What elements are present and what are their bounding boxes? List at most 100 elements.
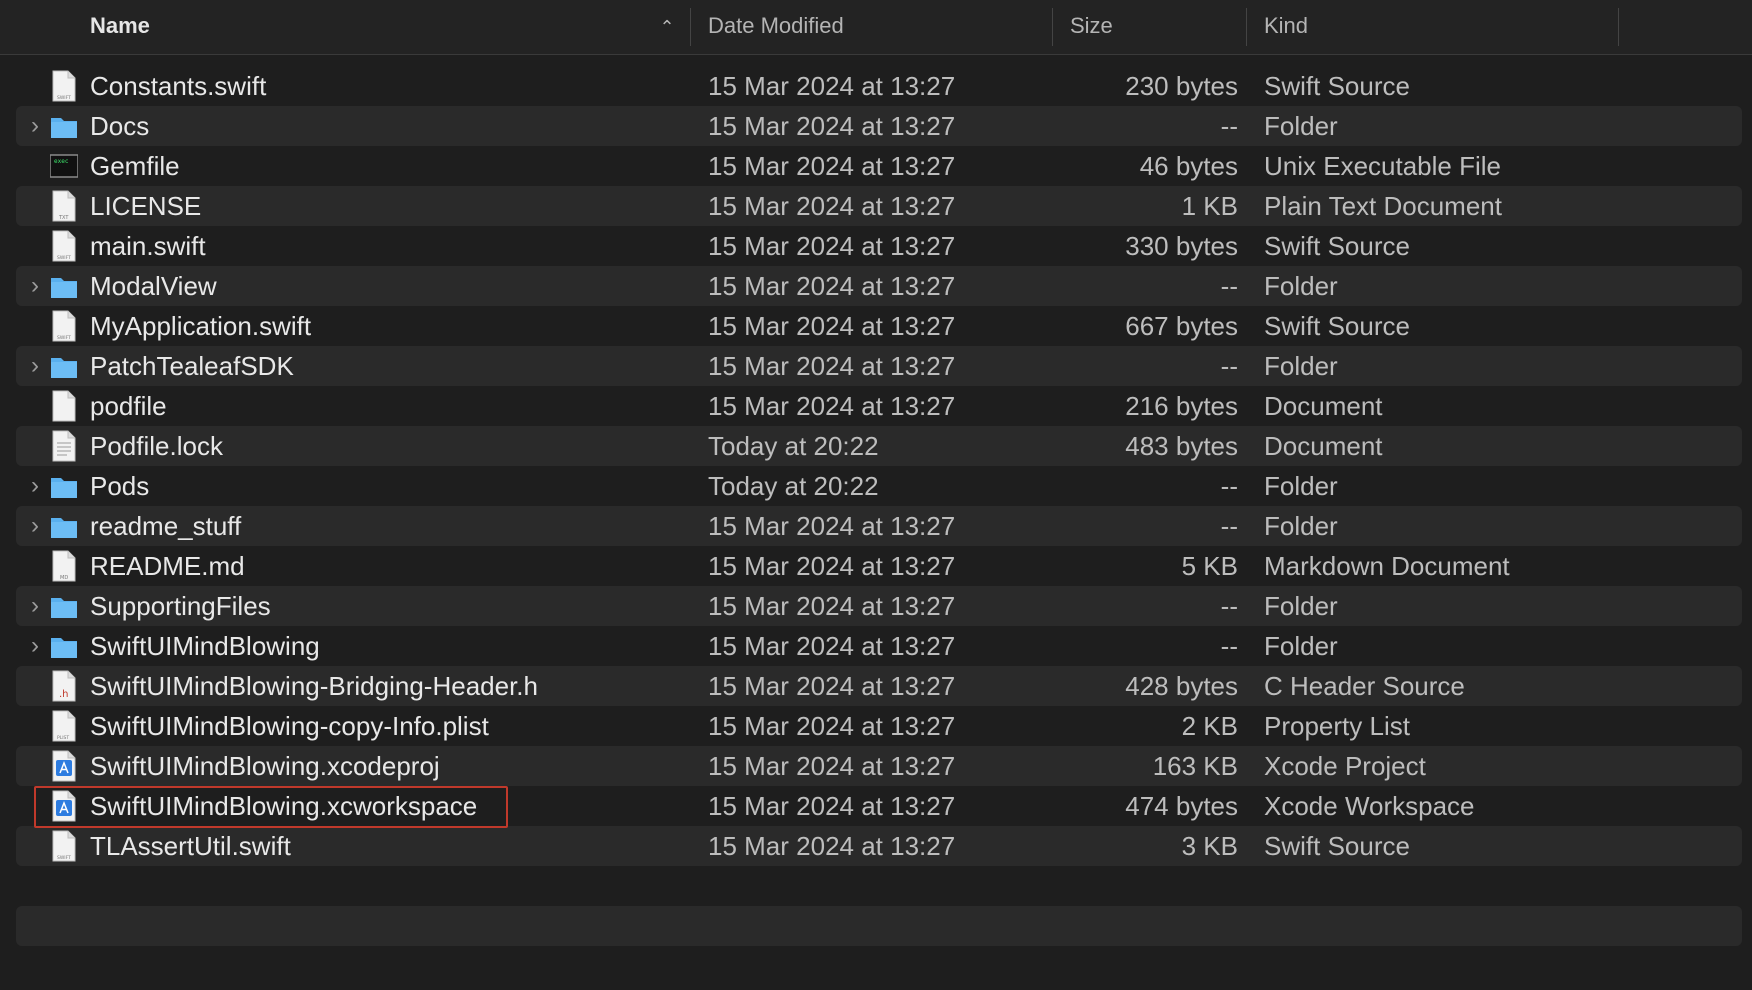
file-date-modified: 15 Mar 2024 at 13:27 xyxy=(708,311,956,341)
file-list-row[interactable]: SWIFT MyApplication.swift 15 Mar 2024 at 1… xyxy=(0,306,1752,346)
file-name: SwiftUIMindBlowing xyxy=(90,631,320,661)
file-list-row[interactable]: PLIST SwiftUIMindBlowing-copy-Info.plist 1… xyxy=(0,706,1752,746)
file-date-modified: 15 Mar 2024 at 13:27 xyxy=(708,511,956,541)
file-list-row[interactable]: › Pods Today at 20:22 -- Folder xyxy=(0,466,1752,506)
column-header-size[interactable]: Size xyxy=(1070,0,1113,54)
icon-label: SWIFT xyxy=(57,855,71,861)
file-date-modified: 15 Mar 2024 at 13:27 xyxy=(708,591,956,621)
empty-row-area xyxy=(16,906,1742,946)
file-list-row[interactable]: exec Gemfile 15 Mar 2024 at 13:27 46 bytes U… xyxy=(0,146,1752,186)
icon-label: SWIFT xyxy=(57,95,71,101)
svg-text:TXT: TXT xyxy=(58,215,69,221)
disclosure-chevron-right-icon[interactable]: › xyxy=(24,474,46,498)
file-list-row[interactable]: SWIFT TLAssertUtil.swift 15 Mar 2024 at 13… xyxy=(0,826,1752,866)
plist-file-icon: PLIST xyxy=(50,710,78,742)
file-list-row[interactable]: › PatchTealeafSDK 15 Mar 2024 at 13:27 -- Fo… xyxy=(0,346,1752,386)
svg-text:.h: .h xyxy=(59,689,69,700)
file-date-modified: Today at 20:22 xyxy=(708,471,879,501)
file-date-modified: 15 Mar 2024 at 13:27 xyxy=(708,271,956,301)
file-name: SupportingFiles xyxy=(90,591,271,621)
file-date-modified: 15 Mar 2024 at 13:27 xyxy=(708,111,956,141)
file-date-modified: 15 Mar 2024 at 13:27 xyxy=(708,71,956,101)
file-name: SwiftUIMindBlowing.xcodeproj xyxy=(90,751,440,781)
disclosure-chevron-right-icon[interactable]: › xyxy=(24,634,46,658)
folder-icon xyxy=(50,270,78,302)
file-kind: Folder xyxy=(1264,111,1338,141)
file-list-row[interactable]: › SwiftUIMindBlowing 15 Mar 2024 at 13:27 -… xyxy=(0,626,1752,666)
file-kind: Plain Text Document xyxy=(1264,191,1502,221)
swift-file-icon: SWIFT xyxy=(50,310,78,342)
selection-highlight-box xyxy=(34,786,508,828)
file-name: SwiftUIMindBlowing-copy-Info.plist xyxy=(90,711,489,741)
file-size: 230 bytes xyxy=(1125,71,1238,101)
folder-icon xyxy=(50,110,78,142)
swift-file-icon: SWIFT xyxy=(50,830,78,862)
file-size: -- xyxy=(1220,111,1238,141)
file-size: -- xyxy=(1220,351,1238,381)
file-size: -- xyxy=(1220,511,1238,541)
file-size: 46 bytes xyxy=(1139,151,1238,181)
file-kind: Folder xyxy=(1264,511,1338,541)
file-date-modified: 15 Mar 2024 at 13:27 xyxy=(708,671,956,701)
header-file-icon: .h xyxy=(50,670,78,702)
file-list-row[interactable]: › readme_stuff 15 Mar 2024 at 13:27 -- Folde… xyxy=(0,506,1752,546)
file-list-row[interactable]: SWIFT main.swift 15 Mar 2024 at 13:27 330 b… xyxy=(0,226,1752,266)
disclosure-chevron-right-icon[interactable]: › xyxy=(24,114,46,138)
file-list-row[interactable]: › Docs 15 Mar 2024 at 13:27 -- Folder xyxy=(0,106,1752,146)
file-name: README.md xyxy=(90,551,245,581)
file-name: Gemfile xyxy=(90,151,180,181)
file-size: 2 KB xyxy=(1181,711,1238,741)
file-size: 667 bytes xyxy=(1125,311,1238,341)
column-header-date-modified[interactable]: Date Modified xyxy=(708,0,844,54)
folder-icon xyxy=(50,470,78,502)
file-name: Docs xyxy=(90,111,150,141)
column-divider[interactable] xyxy=(1246,8,1247,46)
file-list-row[interactable]: MD README.md 15 Mar 2024 at 13:27 5 KB Markd… xyxy=(0,546,1752,586)
icon-label: SWIFT xyxy=(57,335,71,341)
xcode-project-icon xyxy=(50,750,78,782)
file-kind: Swift Source xyxy=(1264,71,1410,101)
file-kind: C Header Source xyxy=(1264,671,1465,701)
file-name: SwiftUIMindBlowing-Bridging-Header.h xyxy=(90,671,538,701)
sort-ascending-chevron-icon[interactable]: ⌃ xyxy=(656,16,678,38)
file-date-modified: 15 Mar 2024 at 13:27 xyxy=(708,351,956,381)
file-kind: Xcode Workspace xyxy=(1264,791,1475,821)
file-list-row[interactable]: SwiftUIMindBlowing.xcodeproj 15 Mar 2024 … xyxy=(0,746,1752,786)
file-kind: Folder xyxy=(1264,591,1338,621)
column-header-kind[interactable]: Kind xyxy=(1264,0,1308,54)
file-size: 5 KB xyxy=(1181,551,1238,581)
file-date-modified: Today at 20:22 xyxy=(708,431,879,461)
lined-file-icon xyxy=(50,430,78,462)
file-name: readme_stuff xyxy=(90,511,242,541)
file-date-modified: 15 Mar 2024 at 13:27 xyxy=(708,751,956,781)
file-kind: Folder xyxy=(1264,631,1338,661)
file-kind: Swift Source xyxy=(1264,231,1410,261)
swift-file-icon: SWIFT xyxy=(50,230,78,262)
column-divider[interactable] xyxy=(1618,8,1619,46)
column-divider[interactable] xyxy=(690,8,691,46)
disclosure-chevron-right-icon[interactable]: › xyxy=(24,354,46,378)
file-size: 330 bytes xyxy=(1125,231,1238,261)
column-divider[interactable] xyxy=(1052,8,1053,46)
disclosure-chevron-right-icon[interactable]: › xyxy=(24,594,46,618)
file-list-row[interactable]: TXT LICENSE 15 Mar 2024 at 13:27 1 KB Plain … xyxy=(0,186,1752,226)
file-list-row[interactable]: podfile 15 Mar 2024 at 13:27 216 bytes Docu… xyxy=(0,386,1752,426)
file-list-row[interactable]: SWIFT Constants.swift 15 Mar 2024 at 13:27… xyxy=(0,66,1752,106)
markdown-file-icon: MD xyxy=(50,550,78,582)
file-size: 3 KB xyxy=(1181,831,1238,861)
disclosure-chevron-right-icon[interactable]: › xyxy=(24,514,46,538)
file-list-row[interactable]: .h SwiftUIMindBlowing-Bridging-Header.h 15… xyxy=(0,666,1752,706)
swift-file-icon: SWIFT xyxy=(50,70,78,102)
file-list-row[interactable]: › ModalView 15 Mar 2024 at 13:27 -- Folder xyxy=(0,266,1752,306)
file-size: 1 KB xyxy=(1181,191,1238,221)
file-list-row[interactable]: › SupportingFiles 15 Mar 2024 at 13:27 -- Fo… xyxy=(0,586,1752,626)
column-header-name[interactable]: Name xyxy=(90,0,690,54)
svg-text:exec: exec xyxy=(54,158,69,165)
file-name: Constants.swift xyxy=(90,71,267,101)
file-size: -- xyxy=(1220,631,1238,661)
disclosure-chevron-right-icon[interactable]: › xyxy=(24,274,46,298)
file-list-row[interactable]: Podfile.lock Today at 20:22 483 bytes Docum… xyxy=(0,426,1752,466)
file-name: main.swift xyxy=(90,231,206,261)
file-name: Pods xyxy=(90,471,150,501)
file-name: PatchTealeafSDK xyxy=(90,351,294,381)
